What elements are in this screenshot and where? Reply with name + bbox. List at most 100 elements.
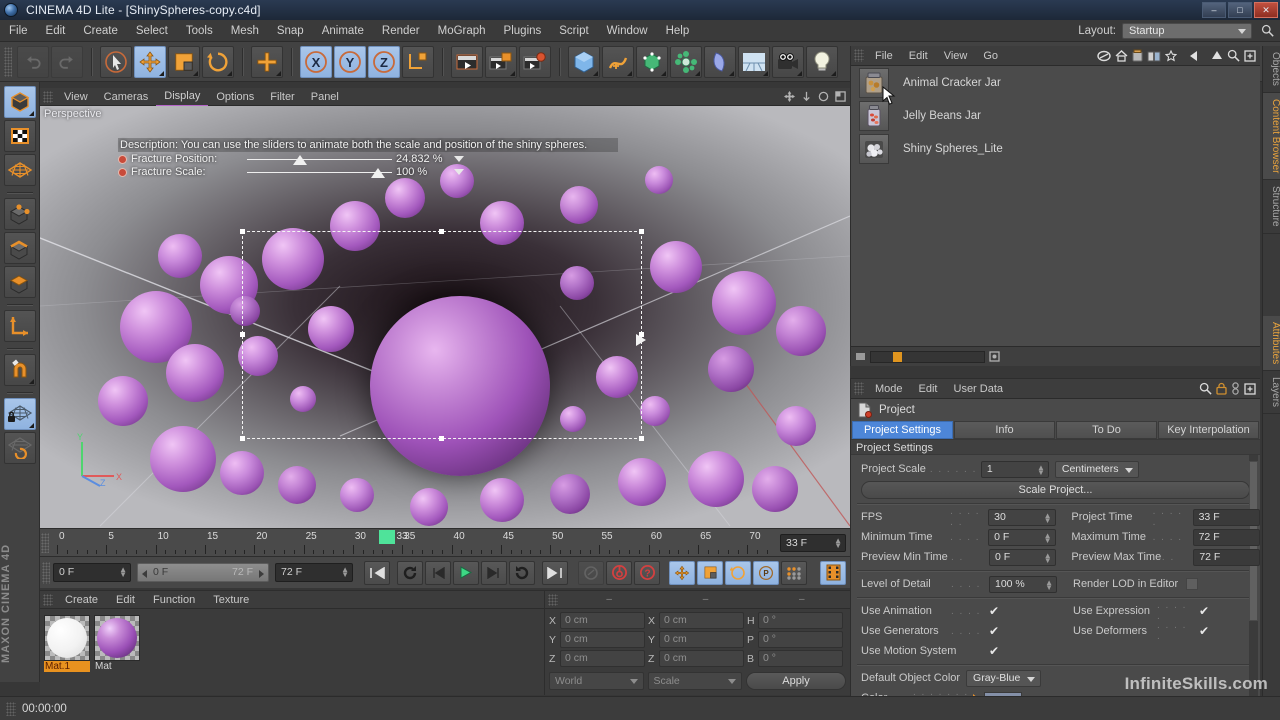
list-item[interactable]: Shiny Spheres_Lite	[851, 132, 1260, 165]
transport-grip[interactable]	[42, 561, 50, 584]
position-y-input[interactable]: 0 cm	[560, 631, 645, 648]
keyframe-dot-icon[interactable]	[118, 167, 127, 177]
coordinate-mode-dropdown[interactable]: Scale	[647, 672, 742, 690]
coordinate-space-dropdown[interactable]: World	[549, 672, 644, 690]
record-keyframe-button[interactable]	[606, 560, 632, 585]
material-menu-edit[interactable]: Edit	[107, 594, 144, 606]
expand-icon[interactable]	[1244, 382, 1256, 395]
workplane-lock-icon[interactable]	[3, 398, 36, 430]
attr-menu-user-data[interactable]: User Data	[946, 379, 1012, 399]
menu-select[interactable]: Select	[127, 20, 177, 42]
preview-range-slider[interactable]: 0 F 72 F	[137, 563, 269, 582]
material-menu-create[interactable]: Create	[56, 594, 107, 606]
revert-button[interactable]	[509, 560, 535, 585]
use-deformers-checkbox[interactable]: ✔	[1199, 625, 1211, 637]
scale-icon[interactable]	[168, 45, 200, 78]
layout-dropdown[interactable]: Startup	[1122, 23, 1252, 39]
size-x-input[interactable]: 0 cm	[659, 612, 744, 629]
undo-icon[interactable]	[17, 45, 49, 78]
key-point-button[interactable]	[781, 560, 807, 585]
vtab-structure[interactable]: Structure	[1263, 180, 1280, 234]
menu-render[interactable]: Render	[373, 20, 429, 42]
go-to-end-button[interactable]	[542, 560, 568, 585]
search-icon[interactable]	[1199, 382, 1212, 395]
menu-animate[interactable]: Animate	[313, 20, 373, 42]
menu-snap[interactable]: Snap	[268, 20, 313, 42]
list-view-icon[interactable]	[855, 351, 866, 362]
menu-mesh[interactable]: Mesh	[222, 20, 268, 42]
grid-view-icon[interactable]	[989, 351, 1000, 362]
world-coord-icon[interactable]	[402, 45, 434, 78]
mograph-array-icon[interactable]	[670, 45, 702, 78]
move-view-icon[interactable]	[784, 91, 795, 102]
link-icon[interactable]	[1231, 382, 1240, 395]
home-icon[interactable]	[1115, 49, 1128, 62]
spinner-icon[interactable]: ▲ ▼	[1044, 531, 1052, 544]
current-frame-field[interactable]: 0 F ▲ ▼	[53, 563, 131, 582]
minimize-button[interactable]: –	[1202, 2, 1226, 18]
menu-tools[interactable]: Tools	[177, 20, 222, 42]
add-icon[interactable]	[251, 45, 283, 78]
maximize-view-icon[interactable]	[835, 91, 846, 102]
search-icon[interactable]	[1261, 24, 1274, 37]
tab-key-interpolation[interactable]: Key Interpolation	[1158, 421, 1259, 439]
menu-help[interactable]: Help	[657, 20, 699, 42]
material-name[interactable]: Mat.1	[44, 661, 90, 672]
viewport-menu-cameras[interactable]: Cameras	[96, 88, 157, 106]
shiny-spheres-thumb[interactable]	[859, 133, 889, 164]
thumbnail-size-slider[interactable]	[870, 350, 985, 363]
timeline-ruler[interactable]: 0 5 10 15 20 25 30 35 40 45 50 55 60 65 70 33	[49, 529, 776, 556]
hud-row-fracture-position[interactable]: Fracture Position: 24.832 %	[118, 153, 618, 165]
attributes-grip[interactable]	[854, 382, 864, 395]
maximize-button[interactable]: □	[1228, 2, 1252, 18]
play-button[interactable]	[453, 560, 479, 585]
scene-floor-icon[interactable]	[738, 45, 770, 78]
fps-input[interactable]: 30 ▲ ▼	[988, 508, 1056, 526]
key-scale-button[interactable]	[697, 560, 723, 585]
scale-project-button[interactable]: Scale Project...	[861, 481, 1250, 499]
material-name[interactable]: Mat	[94, 661, 140, 672]
attributes-scrollbar[interactable]	[1249, 455, 1258, 705]
edge-mode-icon[interactable]	[3, 232, 36, 264]
axis-mode-icon[interactable]	[3, 310, 36, 342]
x-axis-icon[interactable]: X	[300, 45, 332, 78]
timeline-toggle-button[interactable]	[820, 560, 846, 585]
favorites-star-icon[interactable]	[1165, 49, 1177, 62]
render-lod-checkbox[interactable]	[1186, 578, 1199, 590]
menu-script[interactable]: Script	[550, 20, 597, 42]
rotation-b-input[interactable]: 0 °	[758, 650, 843, 667]
magnet-tool-icon[interactable]	[3, 354, 36, 386]
select-live-icon[interactable]	[100, 45, 132, 78]
hud-row-fracture-scale[interactable]: Fracture Scale: 100 %	[118, 166, 618, 178]
key-param-button[interactable]: P	[753, 560, 779, 585]
level-of-detail-input[interactable]: 100 % ▲ ▼	[989, 575, 1057, 593]
go-to-start-button[interactable]	[364, 560, 390, 585]
spinner-icon[interactable]: ▲ ▼	[1045, 578, 1053, 591]
spinner-icon[interactable]: ▲ ▼	[834, 536, 842, 549]
preview-min-time-input[interactable]: 0 F ▲ ▼	[989, 548, 1056, 566]
workplane-icon[interactable]	[3, 432, 36, 464]
default-object-color-dropdown[interactable]: Gray-Blue	[966, 669, 1042, 687]
vtab-objects[interactable]: Objects	[1263, 46, 1280, 93]
use-expression-checkbox[interactable]: ✔	[1199, 605, 1211, 617]
rotate-view-icon[interactable]	[818, 91, 829, 102]
spinner-icon[interactable]: ▲ ▼	[1044, 551, 1052, 564]
cube-primitive-icon[interactable]	[568, 45, 600, 78]
camera-icon[interactable]	[772, 45, 804, 78]
close-button[interactable]: ✕	[1254, 2, 1278, 18]
viewport-grip[interactable]	[43, 90, 53, 103]
render-settings-icon[interactable]	[519, 45, 551, 78]
preview-max-time-input[interactable]: 72 F	[1193, 548, 1260, 566]
step-back-button[interactable]	[425, 560, 451, 585]
chevron-down-icon[interactable]	[454, 156, 464, 162]
use-animation-checkbox[interactable]: ✔	[989, 605, 1001, 617]
scale-view-icon[interactable]	[801, 91, 812, 102]
material-item[interactable]: Mat.1	[44, 615, 90, 672]
range-left-arrow-icon[interactable]	[142, 570, 147, 578]
lock-icon[interactable]	[1216, 382, 1227, 395]
spinner-icon[interactable]: ▲ ▼	[119, 566, 127, 579]
viewport-menu-display[interactable]: Display	[156, 87, 209, 107]
timeline-playhead[interactable]	[379, 529, 396, 544]
content-browser-list[interactable]: Animal Cracker Jar Jelly Beans Jar Shiny…	[851, 66, 1260, 346]
move-icon[interactable]	[134, 45, 166, 78]
